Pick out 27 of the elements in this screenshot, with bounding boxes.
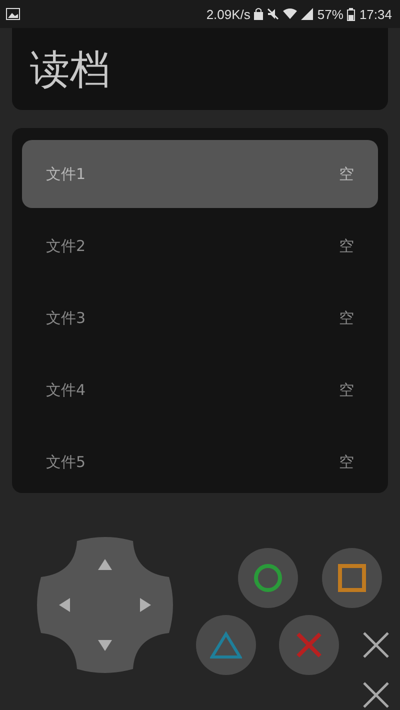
close-button[interactable] xyxy=(362,681,390,709)
save-slot[interactable]: 文件2 空 xyxy=(22,212,378,280)
slot-status: 空 xyxy=(339,452,354,472)
slot-status: 空 xyxy=(339,380,354,400)
close-button[interactable] xyxy=(362,631,390,659)
save-slot[interactable]: 文件1 空 xyxy=(22,140,378,208)
battery-percent: 57% xyxy=(317,6,344,22)
save-slot[interactable]: 文件5 空 xyxy=(22,428,378,496)
slot-status: 空 xyxy=(339,308,354,328)
battery-icon xyxy=(347,8,356,20)
network-speed: 2.09K/s xyxy=(206,6,250,22)
save-slot[interactable]: 文件3 空 xyxy=(22,284,378,352)
page-title: 读档 xyxy=(30,46,110,94)
save-slot[interactable]: 文件4 空 xyxy=(22,356,378,424)
signal-icon xyxy=(301,8,314,20)
slot-name: 文件4 xyxy=(46,380,86,400)
slot-name: 文件5 xyxy=(46,452,86,472)
slot-name: 文件1 xyxy=(46,164,86,184)
image-icon xyxy=(6,8,20,20)
wifi-icon xyxy=(283,8,298,20)
slot-name: 文件2 xyxy=(46,236,86,256)
slot-name: 文件3 xyxy=(46,308,86,328)
lock-icon xyxy=(254,8,264,20)
mute-icon xyxy=(267,8,280,20)
slot-status: 空 xyxy=(339,164,354,184)
clock-time: 17:34 xyxy=(359,6,392,22)
slot-status: 空 xyxy=(339,236,354,256)
